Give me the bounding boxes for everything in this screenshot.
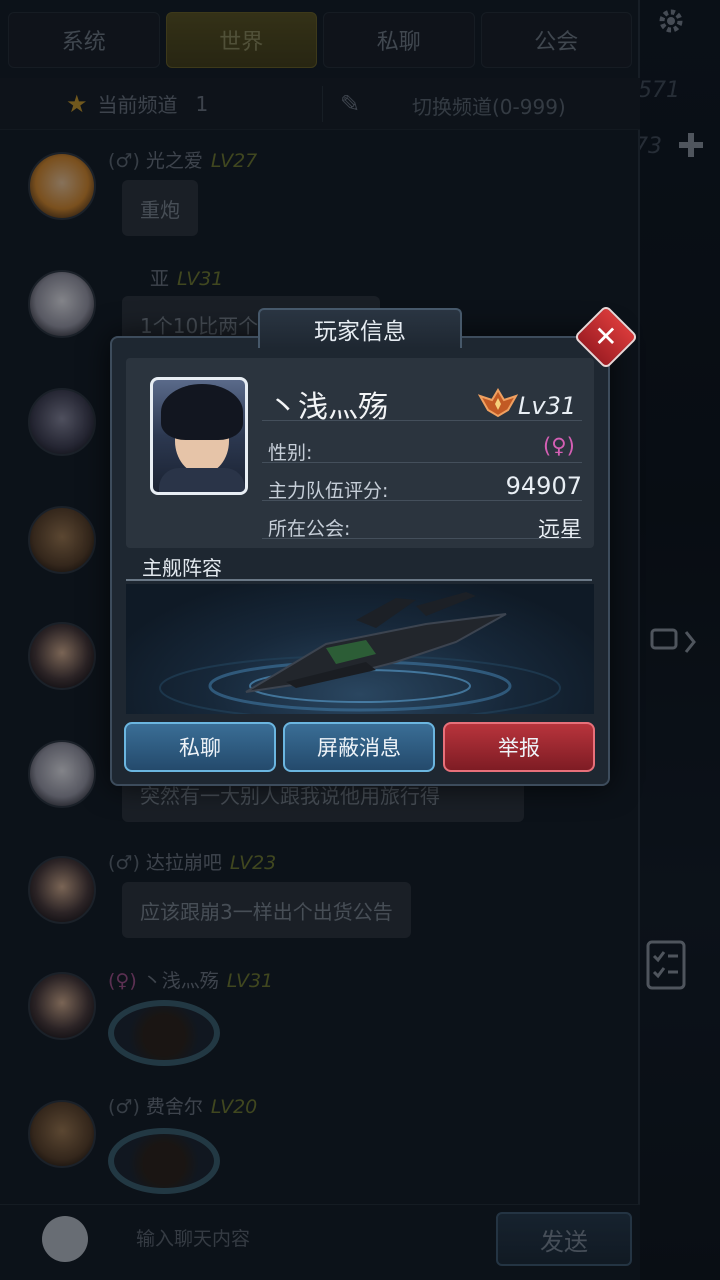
player-level: Lv31 bbox=[518, 392, 577, 420]
player-portrait bbox=[150, 377, 248, 495]
gender-label: 性别: bbox=[268, 442, 313, 464]
lineup-title: 主舰阵容 bbox=[142, 556, 222, 580]
report-button[interactable]: 举报 bbox=[443, 722, 595, 772]
close-icon: ✕ bbox=[594, 320, 618, 353]
divider bbox=[262, 462, 582, 463]
lineup-divider bbox=[126, 579, 592, 581]
guild-value: 远星 bbox=[537, 518, 582, 543]
block-messages-button[interactable]: 屏蔽消息 bbox=[283, 722, 435, 772]
rank-badge-icon bbox=[478, 388, 518, 418]
portrait-body bbox=[159, 468, 245, 492]
divider bbox=[262, 500, 582, 501]
guild-label: 所在公会: bbox=[268, 518, 351, 540]
gender-value: ♀ bbox=[551, 434, 567, 458]
divider bbox=[262, 420, 582, 421]
team-score-label: 主力队伍评分: bbox=[268, 480, 389, 502]
team-score-value: 94907 bbox=[505, 472, 582, 500]
female-icon: (♀) bbox=[543, 434, 575, 458]
divider bbox=[262, 538, 582, 539]
portrait-hair bbox=[161, 384, 243, 440]
modal-title: 玩家信息 bbox=[258, 308, 462, 348]
private-chat-button[interactable]: 私聊 bbox=[124, 722, 276, 772]
flagship-preview bbox=[126, 584, 594, 714]
spaceship-image bbox=[159, 592, 561, 714]
